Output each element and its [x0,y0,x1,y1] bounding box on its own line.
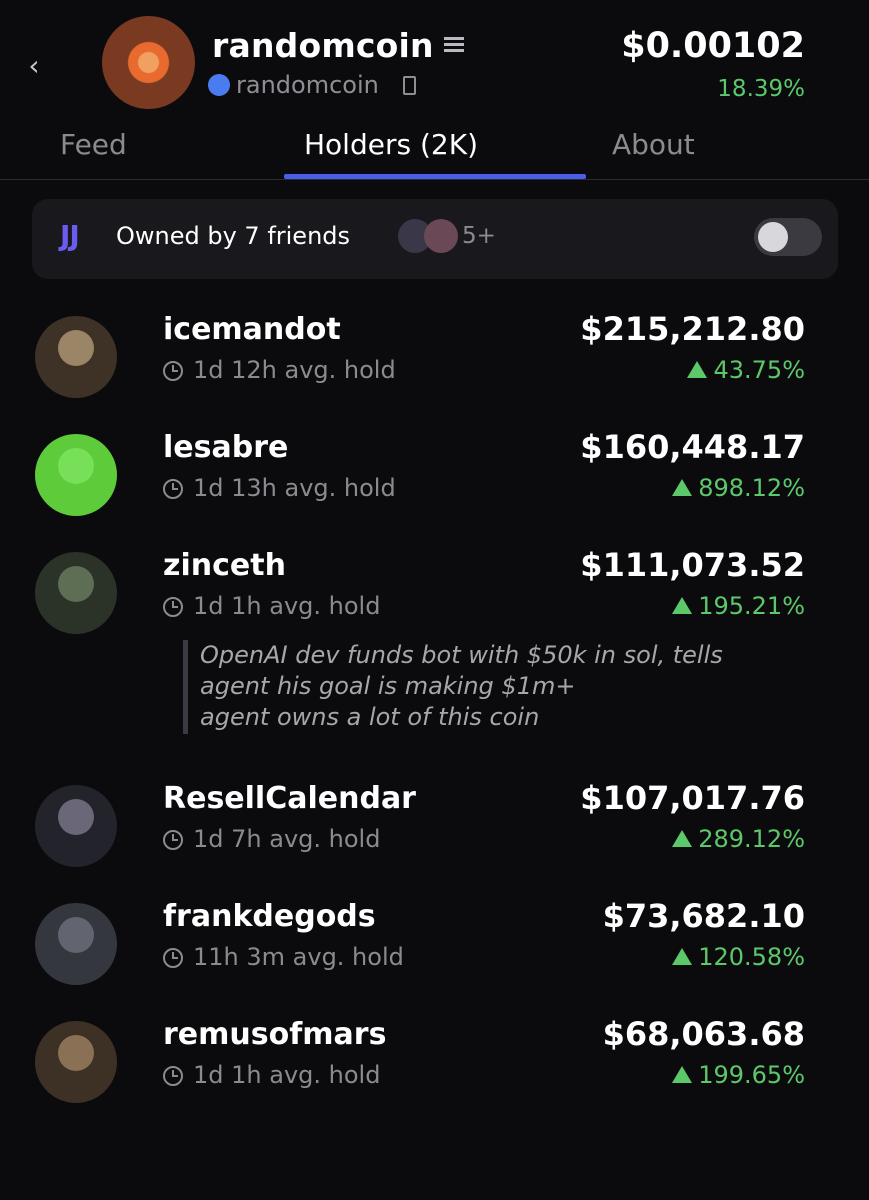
avatar[interactable] [35,903,117,985]
triangle-up-icon [672,1065,693,1083]
tab-feed[interactable]: Feed [60,128,127,161]
coin-subtitle: randomcoin [208,71,416,99]
holder-name[interactable]: icemandot [163,312,341,347]
tab-about[interactable]: About [612,128,695,161]
holder-name[interactable]: zinceth [163,548,286,583]
holder-comment-quote: OpenAI dev funds bot with $50k in sol, t… [183,640,783,734]
back-chevron-icon[interactable]: ‹ [22,50,46,82]
change-text: 199.65% [698,1061,805,1089]
coin-price: $0.00102 [621,26,805,66]
triangle-up-icon [672,829,693,847]
holder-hold-time: 1d 12h avg. hold [163,356,396,384]
triangle-up-icon [672,596,693,614]
holder-change: 289.12% [672,825,805,853]
holder-value: $73,682.10 [602,897,805,935]
holder-value: $111,073.52 [580,546,805,584]
friends-owned-label: Owned by 7 friends [116,222,351,250]
change-text: 195.21% [698,592,805,620]
holder-name[interactable]: remusofmars [163,1017,386,1052]
clock-icon [163,361,183,381]
quote-line: OpenAI dev funds bot with $50k in sol, t… [200,641,723,669]
holder-row[interactable]: zinceth 1d 1h avg. hold $111,073.52 195.… [0,546,869,646]
clock-icon [163,479,183,499]
holder-value: $215,212.80 [580,310,805,348]
friends-owners-bar[interactable]: JJ Owned by 7 friends 5+ [32,199,838,279]
holder-value: $68,063.68 [602,1015,805,1053]
change-text: 120.58% [698,943,805,971]
clock-icon [163,1066,183,1086]
coin-name: randomcoin [212,26,434,65]
friend-avatars [398,219,468,255]
holder-hold-time: 11h 3m avg. hold [163,943,404,971]
toggle-knob [758,222,788,252]
hold-time-text: 11h 3m avg. hold [193,943,404,971]
copy-icon[interactable] [402,75,416,95]
avatar[interactable] [35,316,117,398]
change-text: 289.12% [698,825,805,853]
avatar[interactable] [35,1021,117,1103]
change-text: 43.75% [713,356,805,384]
coin-avatar[interactable] [102,16,195,109]
tab-bar: Feed Holders (2K) About [0,122,869,180]
holder-row[interactable]: lesabre 1d 13h avg. hold $160,448.17 898… [0,428,869,528]
holder-change: 43.75% [687,356,805,384]
holder-change: 199.65% [672,1061,805,1089]
tab-holders[interactable]: Holders (2K) [304,128,478,161]
hold-time-text: 1d 12h avg. hold [193,356,396,384]
holder-name[interactable]: lesabre [163,430,288,465]
chain-icon [208,74,230,96]
hold-time-text: 1d 7h avg. hold [193,825,381,853]
coin-price-change: 18.39% [717,76,805,102]
coin-title: randomcoin [212,26,464,65]
hold-time-text: 1d 1h avg. hold [193,592,381,620]
clock-icon [163,597,183,617]
clock-icon [163,948,183,968]
avatar[interactable] [35,552,117,634]
hold-time-text: 1d 13h avg. hold [193,474,396,502]
friends-more-count: 5+ [462,223,496,249]
triangle-up-icon [687,360,708,378]
holder-change: 898.12% [672,474,805,502]
holder-name[interactable]: frankdegods [163,899,376,934]
friends-logo-icon: JJ [60,219,80,252]
triangle-up-icon [672,947,693,965]
coin-ticker: randomcoin [236,71,379,99]
friend-avatar [424,219,458,253]
holder-value: $160,448.17 [580,428,805,466]
menu-icon[interactable] [443,34,464,53]
quote-line: agent owns a lot of this coin [200,703,540,731]
friends-filter-toggle[interactable] [754,218,822,256]
holder-row[interactable]: frankdegods 11h 3m avg. hold $73,682.10 … [0,897,869,997]
holder-row[interactable]: ResellCalendar 1d 7h avg. hold $107,017.… [0,779,869,879]
holder-row[interactable]: icemandot 1d 12h avg. hold $215,212.80 4… [0,310,869,410]
quote-line: agent his goal is making $1m+ [200,672,576,700]
holder-change: 120.58% [672,943,805,971]
holder-hold-time: 1d 1h avg. hold [163,1061,380,1089]
holder-hold-time: 1d 13h avg. hold [163,474,396,502]
clock-icon [163,830,183,850]
hold-time-text: 1d 1h avg. hold [193,1061,381,1089]
active-tab-indicator [284,174,586,179]
avatar[interactable] [35,785,117,867]
holder-hold-time: 1d 1h avg. hold [163,592,380,620]
holder-change: 195.21% [672,592,805,620]
triangle-up-icon [672,478,693,496]
change-text: 898.12% [698,474,805,502]
holder-value: $107,017.76 [580,779,805,817]
holder-row[interactable]: remusofmars 1d 1h avg. hold $68,063.68 1… [0,1015,869,1115]
holder-hold-time: 1d 7h avg. hold [163,825,380,853]
holder-name[interactable]: ResellCalendar [163,781,416,816]
coin-holders-screen: ‹ randomcoin randomcoin $0.00102 18.39% … [0,0,869,1200]
avatar[interactable] [35,434,117,516]
